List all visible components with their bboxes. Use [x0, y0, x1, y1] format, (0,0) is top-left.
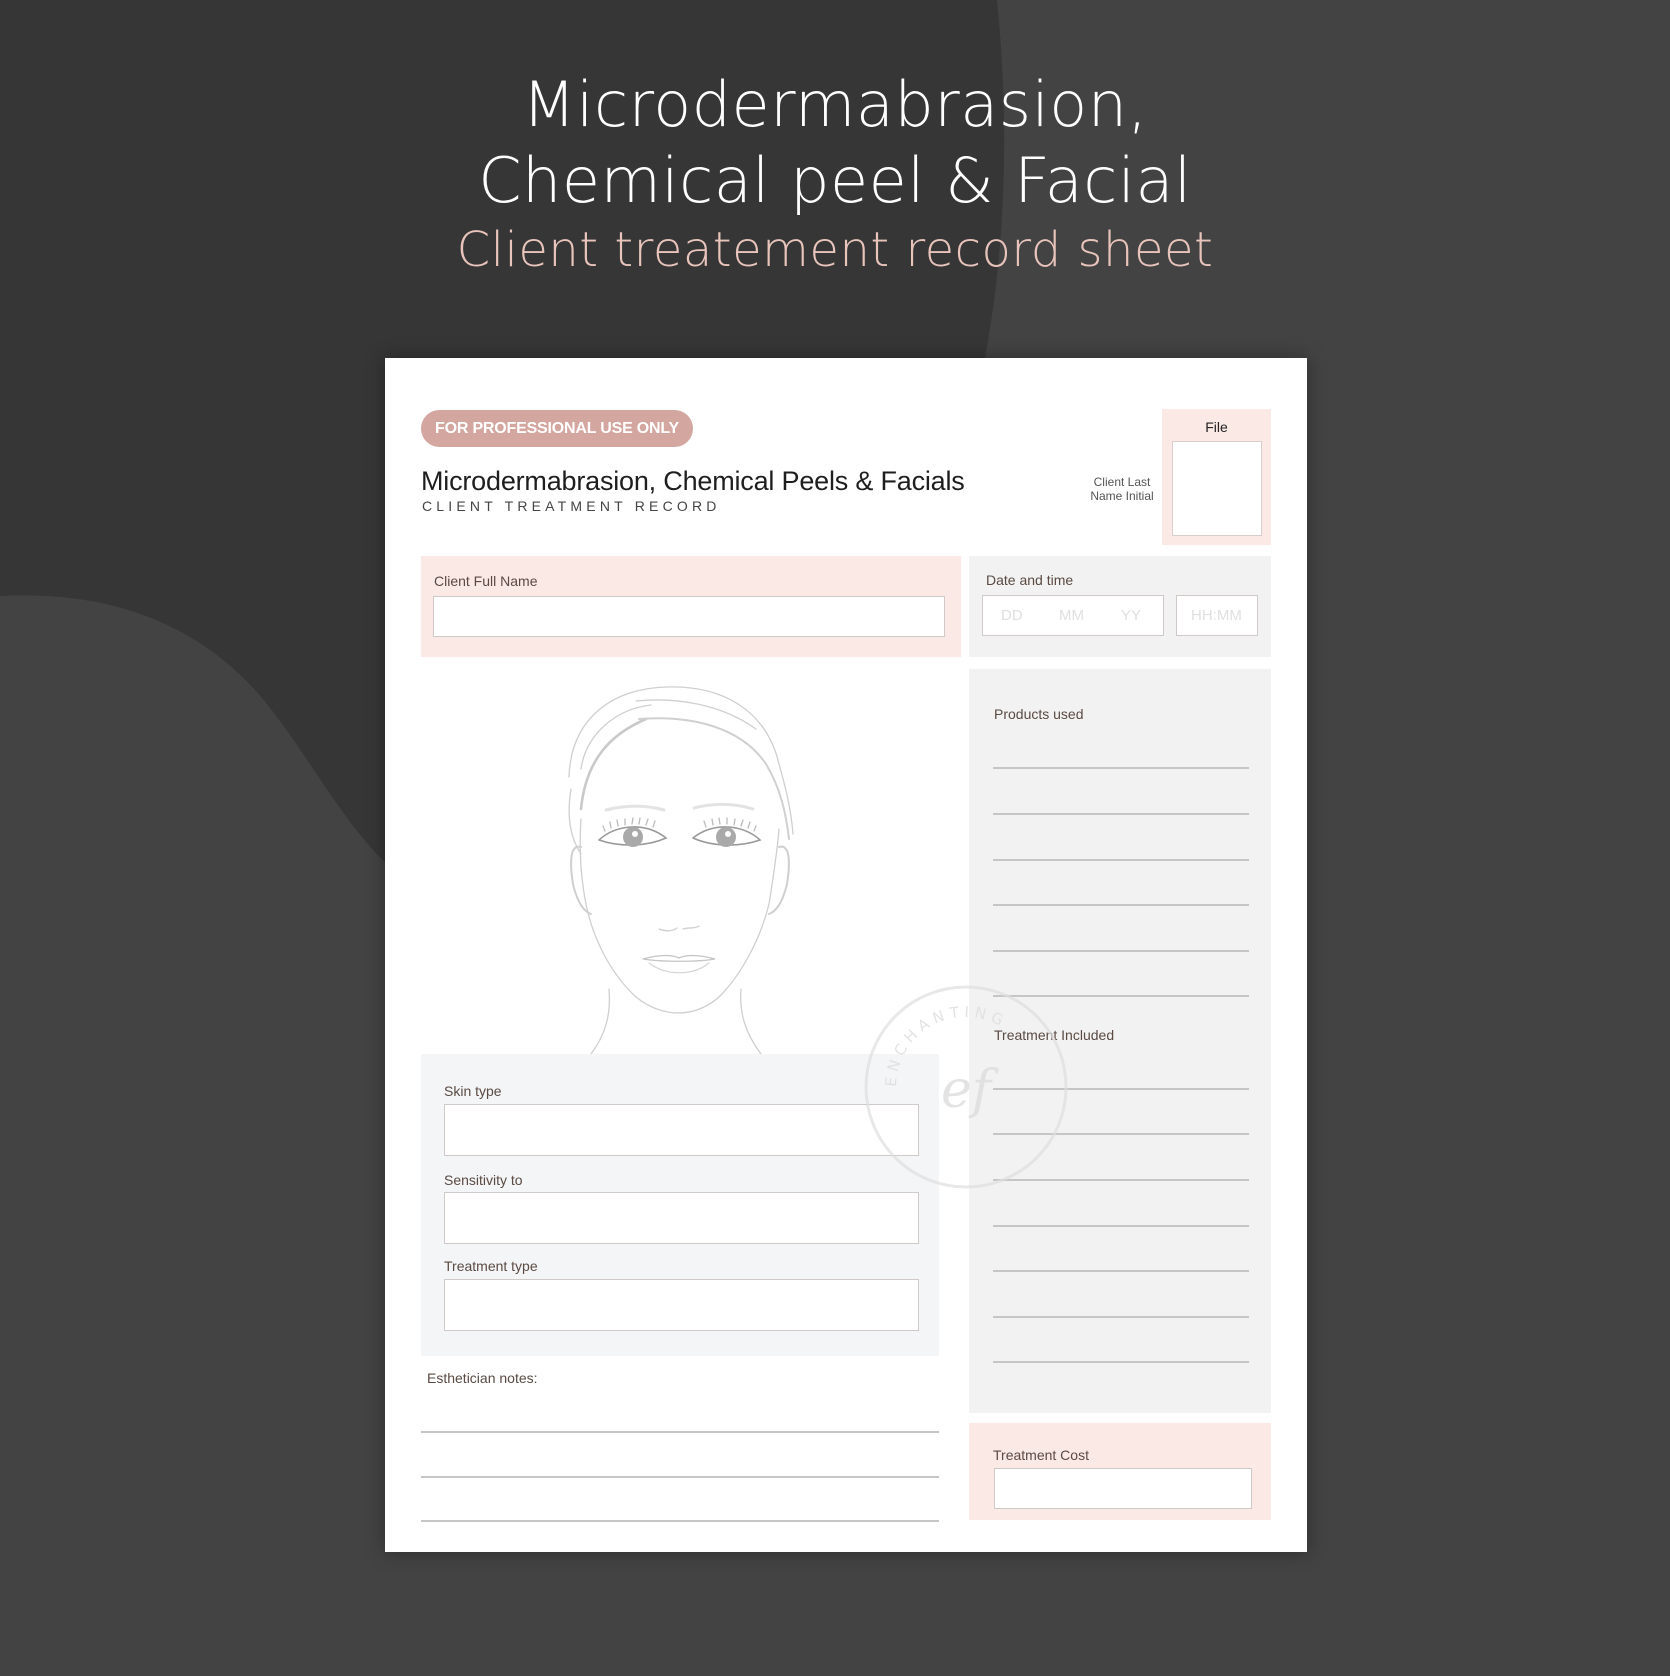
date-time-panel: Date and time DD MM YY HH:MM [969, 556, 1271, 657]
treatment-included-line[interactable] [993, 1270, 1249, 1272]
client-name-label: Client Full Name [434, 573, 538, 589]
treatment-included-line[interactable] [993, 1361, 1249, 1363]
skin-type-label: Skin type [444, 1083, 502, 1099]
hero-title-line2: Chemical peel & Facial [478, 144, 1192, 217]
notes-line[interactable] [421, 1476, 939, 1478]
products-line[interactable] [993, 950, 1249, 952]
notes-line[interactable] [421, 1520, 939, 1522]
products-line[interactable] [993, 767, 1249, 769]
treatment-included-line[interactable] [993, 1316, 1249, 1318]
file-panel: File [1162, 409, 1271, 545]
client-initial-label-line1: Client Last [1093, 475, 1151, 489]
hero-subtitle: Client treatement record sheet [456, 222, 1214, 278]
skin-type-input[interactable] [444, 1104, 919, 1156]
time-placeholder: HH:MM [1191, 607, 1242, 624]
products-line[interactable] [993, 904, 1249, 906]
treatment-cost-label: Treatment Cost [993, 1447, 1089, 1463]
notes-line[interactable] [421, 1431, 939, 1433]
day-placeholder: DD [1001, 607, 1023, 624]
products-line[interactable] [993, 813, 1249, 815]
document-title: Microdermabrasion, Chemical Peels & Faci… [421, 466, 965, 496]
client-name-panel: Client Full Name [421, 556, 961, 657]
file-label: File [1205, 419, 1228, 435]
year-placeholder: YY [1121, 607, 1142, 624]
sensitivity-label: Sensitivity to [444, 1172, 523, 1188]
treatment-type-label: Treatment type [444, 1258, 538, 1274]
date-time-label: Date and time [986, 572, 1074, 588]
watermark-stamp-icon: ENCHANTING ef [864, 985, 1068, 1189]
watermark-stamp: ENCHANTING ef [861, 982, 1071, 1192]
products-used-label: Products used [994, 706, 1084, 722]
client-initial-label-line2: Name Initial [1090, 489, 1154, 503]
hero-title-line1: Microdermabrasion, [522, 68, 1148, 141]
treatment-type-input[interactable] [444, 1279, 919, 1331]
document-subtitle: CLIENT TREATMENT RECORD [422, 498, 721, 514]
professional-use-badge: FOR PROFESSIONAL USE ONLY [421, 410, 693, 447]
date-input[interactable]: DD MM YY [982, 595, 1164, 636]
time-input[interactable]: HH:MM [1176, 595, 1258, 636]
watermark-monogram: ef [941, 1060, 999, 1120]
notes-label: Esthetician notes: [427, 1370, 538, 1386]
client-name-input[interactable] [433, 596, 945, 637]
client-initial-label: Client Last Name Initial [1075, 475, 1169, 503]
products-line[interactable] [993, 859, 1249, 861]
client-initial-input[interactable] [1172, 441, 1262, 536]
treatment-included-line[interactable] [993, 1225, 1249, 1227]
treatment-cost-panel: Treatment Cost [969, 1423, 1271, 1520]
sensitivity-input[interactable] [444, 1192, 919, 1244]
month-placeholder: MM [1059, 607, 1084, 624]
record-sheet: FOR PROFESSIONAL USE ONLY Microdermabras… [385, 358, 1307, 1552]
treatment-cost-input[interactable] [994, 1468, 1252, 1509]
